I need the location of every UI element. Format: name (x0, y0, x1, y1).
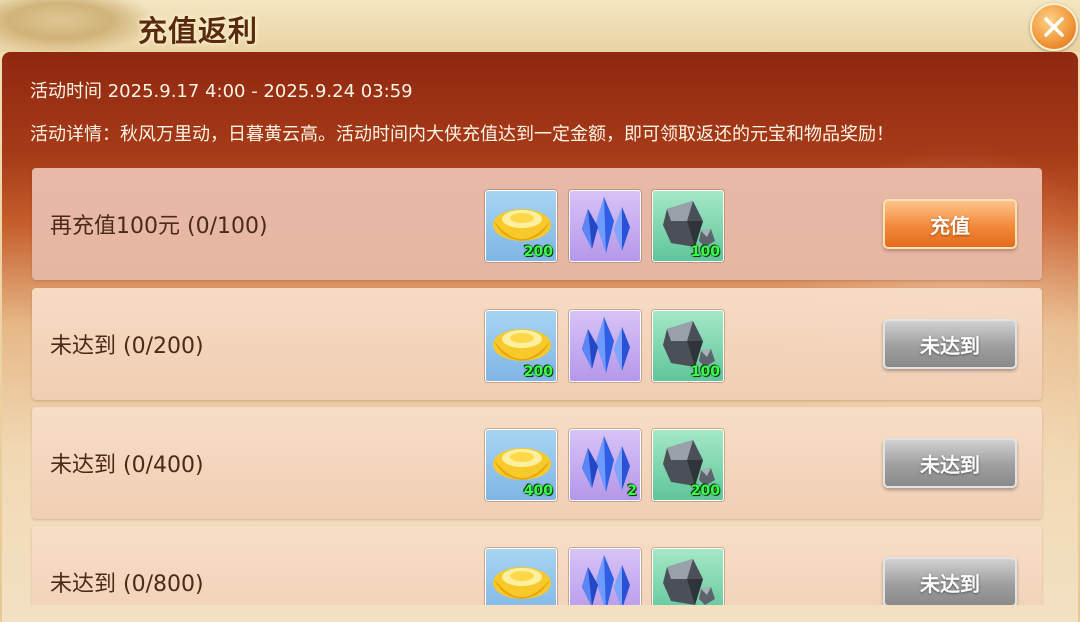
close-button[interactable] (1030, 3, 1078, 51)
reward-slot[interactable]: 400 (485, 429, 557, 501)
reward-row: 再充值100元 (0/100) 200 100 充值 (32, 168, 1042, 280)
row-goal-label: 未达到 (0/800) (50, 572, 204, 597)
reward-slot[interactable]: 200 (485, 190, 557, 262)
reward-row: 未达到 (0/400) 400 2 200 未达到 (32, 407, 1042, 519)
not-reached-button[interactable]: 未达到 (883, 438, 1017, 488)
reward-row: 未达到 (0/800) 未达到 (32, 526, 1042, 605)
event-time: 活动时间 2025.9.17 4:00 - 2025.9.24 03:59 (30, 81, 413, 102)
event-detail: 活动详情：秋风万里动，日暮黄云高。活动时间内大侠充值达到一定金额，即可领取返还的… (30, 124, 894, 145)
reward-slot[interactable] (569, 190, 641, 262)
not-reached-button[interactable]: 未达到 (883, 319, 1017, 369)
reward-quantity: 400 (523, 483, 553, 499)
reward-slot[interactable]: 200 (485, 310, 557, 382)
close-icon (1044, 17, 1064, 37)
reward-slot[interactable] (485, 548, 557, 605)
reward-slot[interactable] (569, 548, 641, 605)
reward-quantity: 200 (690, 483, 720, 499)
reward-window: 充值返利 活动时间 2025.9.17 4:00 - 2025.9.24 03:… (0, 0, 1080, 622)
reward-slot[interactable] (569, 310, 641, 382)
reward-quantity: 200 (523, 364, 553, 380)
row-goal-label: 再充值100元 (0/100) (50, 214, 268, 239)
title-decoration (0, 0, 150, 52)
row-goal-label: 未达到 (0/200) (50, 334, 204, 359)
reward-row: 未达到 (0/200) 200 100 未达到 (32, 288, 1042, 400)
reward-list[interactable]: 再充值100元 (0/100) 200 100 充值未达到 (0/200) 200 (22, 168, 1054, 605)
reward-slot[interactable]: 100 (652, 310, 724, 382)
not-reached-button[interactable]: 未达到 (883, 557, 1017, 605)
reward-quantity: 100 (690, 364, 720, 380)
reward-quantity: 200 (523, 244, 553, 260)
reward-slot[interactable]: 100 (652, 190, 724, 262)
reward-slot[interactable] (652, 548, 724, 605)
reward-quantity: 100 (690, 244, 720, 260)
reward-quantity: 2 (627, 483, 637, 499)
window-title: 充值返利 (138, 14, 259, 48)
recharge-button[interactable]: 充值 (883, 199, 1017, 249)
reward-slot[interactable]: 200 (652, 429, 724, 501)
reward-slot[interactable]: 2 (569, 429, 641, 501)
row-goal-label: 未达到 (0/400) (50, 453, 204, 478)
title-bar: 充值返利 (0, 0, 1080, 52)
